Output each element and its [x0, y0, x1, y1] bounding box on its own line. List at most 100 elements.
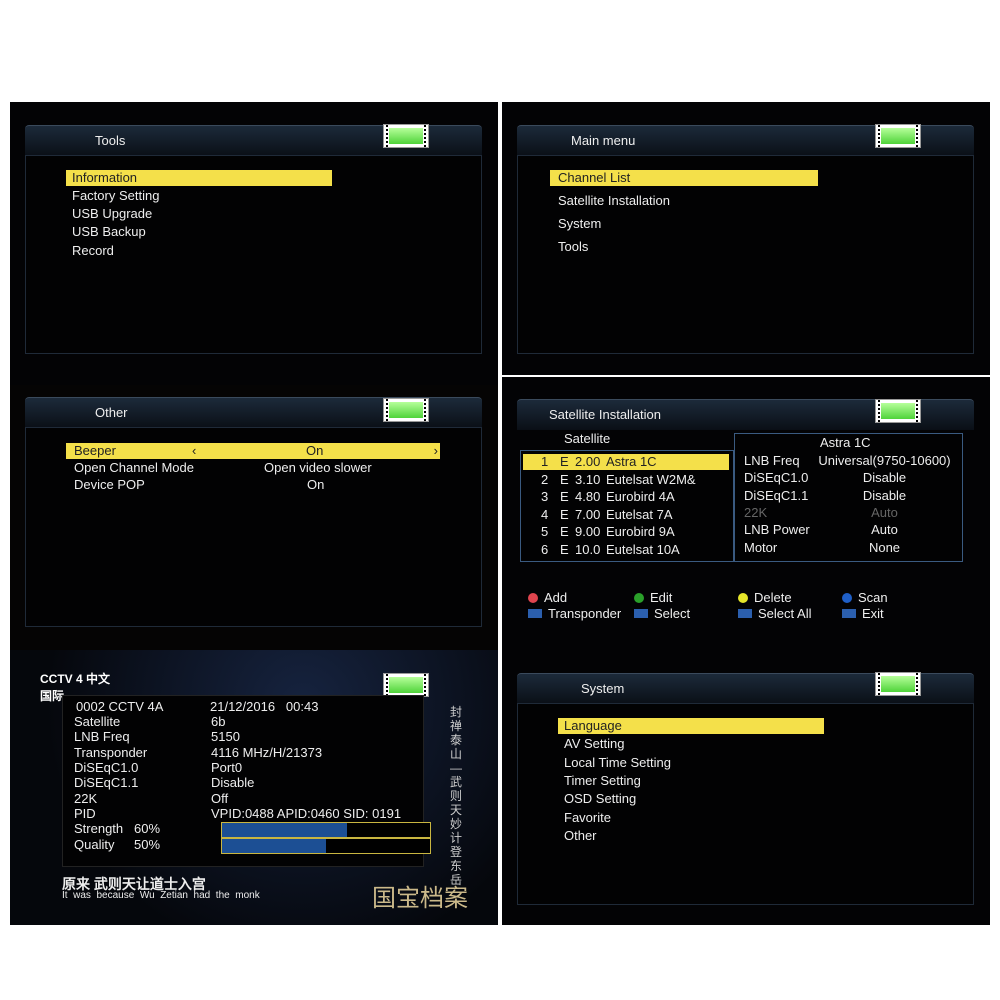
key-select-all[interactable]: Select All — [738, 606, 811, 622]
other-screen: Other Beeper ‹ On › Open Channel Mode Ope… — [10, 385, 498, 650]
battery-icon — [383, 124, 429, 148]
menu-item-av-setting[interactable]: AV Setting — [564, 736, 624, 752]
satellite-d: E — [560, 524, 569, 539]
device-pop-row[interactable]: Device POP On — [74, 477, 444, 493]
satellite-p: 4.80 — [575, 489, 601, 504]
info-label: Transponder — [74, 744, 148, 760]
tools-screen: Tools Information Factory Setting USB Up… — [10, 102, 498, 385]
key-edit[interactable]: Edit — [634, 590, 672, 606]
satellite-row[interactable]: 3 E 4.80 Eurobird 4A — [523, 489, 729, 505]
system-screen: System Language AV Setting Local Time Sett… — [502, 640, 990, 925]
detail-title: Astra 1C — [820, 435, 871, 450]
menu-item-tools[interactable]: Tools — [558, 239, 588, 255]
satellite-row[interactable]: 2 E 3.10 Eutelsat W2M& — [523, 472, 729, 488]
menu-item-local-time-setting[interactable]: Local Time Setting — [564, 755, 671, 771]
satellite-name: Astra 1C — [606, 454, 657, 469]
menu-item-satellite-installation[interactable]: Satellite Installation — [558, 193, 670, 209]
subtitle-english: It was because Wu Zetian had the monk — [62, 890, 260, 901]
key-label: Exit — [862, 606, 884, 621]
satellite-d: E — [560, 541, 569, 557]
menu-item-usb-backup[interactable]: USB Backup — [72, 224, 146, 240]
key-delete[interactable]: Delete — [738, 590, 792, 606]
menu-item-channel-list[interactable]: Channel List — [550, 170, 818, 186]
info-value: 5150 — [211, 729, 240, 745]
satellite-name: Eutelsat W2M& — [606, 471, 696, 487]
menu-item-system[interactable]: System — [558, 216, 601, 232]
menu-item-record[interactable]: Record — [72, 243, 114, 259]
program-watermark: 国宝档案 — [372, 884, 468, 912]
battery-icon — [383, 398, 429, 422]
detail-value[interactable]: Universal(9750-10600) — [812, 453, 957, 469]
remote-key-icon — [634, 609, 648, 618]
satellite-p: 10.0 — [575, 541, 601, 557]
info-label: LNB Freq — [74, 729, 130, 745]
menu-item-favorite[interactable]: Favorite — [564, 810, 611, 826]
detail-value[interactable]: None — [812, 540, 957, 556]
detail-label: DiSEqC1.1 — [744, 487, 809, 503]
key-add[interactable]: Add — [528, 590, 567, 606]
satellite-row[interactable]: 1 E 2.00 Astra 1C — [523, 454, 729, 470]
battery-icon — [875, 672, 921, 696]
info-value: 4116 MHz/H/21373 — [211, 744, 323, 760]
menu-item-language[interactable]: Language — [558, 718, 824, 734]
info-label: PID — [74, 805, 96, 821]
color-button-icon — [528, 593, 538, 603]
satellite-n: 3 — [541, 489, 549, 504]
detail-label: DiSEqC1.0 — [744, 470, 809, 486]
menu-item-timer-setting[interactable]: Timer Setting — [564, 773, 641, 789]
info-label: DiSEqC1.1 — [74, 775, 139, 791]
key-transponder[interactable]: Transponder — [528, 606, 621, 622]
remote-key-icon — [738, 609, 752, 618]
info-label: DiSEqC1.0 — [74, 759, 139, 775]
satellite-n: 5 — [541, 524, 549, 539]
satellite-row[interactable]: 5 E 9.00 Eurobird 9A — [523, 524, 729, 540]
satellite-row[interactable]: 4 E 7.00 Eutelsat 7A — [523, 507, 729, 523]
open-channel-mode-row[interactable]: Open Channel Mode Open video slower — [74, 460, 444, 476]
satellite-n: 2 — [541, 471, 549, 487]
key-label: Edit — [650, 590, 673, 605]
detail-label: LNB Power — [744, 522, 810, 538]
key-label: Delete — [754, 590, 792, 605]
satellite-p: 3.10 — [575, 471, 601, 487]
beeper-row[interactable]: Beeper ‹ On › — [66, 443, 440, 459]
menu-item-other[interactable]: Other — [564, 828, 597, 844]
satellite-row[interactable]: 6 E 10.0 Eutelsat 10A — [523, 542, 729, 558]
key-label: Add — [544, 590, 568, 605]
info-value: 6b — [211, 714, 226, 729]
menu-item-osd-setting[interactable]: OSD Setting — [564, 791, 636, 807]
strength-label: Strength — [74, 821, 124, 836]
detail-value[interactable]: Auto — [812, 522, 957, 538]
color-button-icon — [634, 593, 644, 603]
detail-label: LNB Freq — [744, 453, 800, 468]
datetime: 21/12/2016 00:43 — [210, 699, 319, 714]
satellite-p: 7.00 — [575, 506, 601, 522]
info-value: VPID:0488 APID:0460 SID: 0191 — [211, 805, 402, 821]
key-exit[interactable]: Exit — [842, 606, 884, 622]
strength-bar — [221, 822, 431, 838]
key-select[interactable]: Select — [634, 606, 690, 622]
key-label: Select All — [758, 606, 812, 621]
detail-value[interactable]: Auto — [812, 505, 957, 521]
key-label: Select — [654, 606, 691, 621]
key-label: Scan — [858, 590, 888, 605]
chevron-left-icon[interactable]: ‹ — [192, 443, 196, 459]
satellite-p: 2.00 — [575, 454, 601, 469]
battery-icon — [875, 399, 921, 423]
detail-value[interactable]: Disable — [812, 488, 957, 504]
satellite-p: 9.00 — [575, 524, 601, 539]
chevron-right-icon[interactable]: › — [434, 443, 438, 459]
satellite-n: 6 — [541, 541, 549, 557]
detail-value[interactable]: Disable — [812, 470, 957, 486]
detail-label: Motor — [744, 539, 778, 555]
side-caption: 封禅泰山—武则天妙计登东岳 — [450, 705, 463, 887]
quality-label: Quality — [74, 837, 115, 852]
detail-label: 22K — [744, 504, 768, 520]
key-scan[interactable]: Scan — [842, 590, 888, 606]
satellite-d: E — [560, 454, 569, 469]
menu-item-usb-upgrade[interactable]: USB Upgrade — [72, 206, 152, 222]
menu-item-factory-setting[interactable]: Factory Setting — [72, 188, 159, 204]
channel-info-screen: CCTV 4 中文国际 0002 CCTV 4A 21/12/2016 00:4… — [10, 650, 498, 925]
menu-item-information[interactable]: Information — [66, 170, 332, 186]
satellite-name: Eutelsat 7A — [606, 506, 673, 522]
satellite-installation-screen: Satellite Installation Satellite 1 E 2.00 A… — [502, 377, 990, 640]
